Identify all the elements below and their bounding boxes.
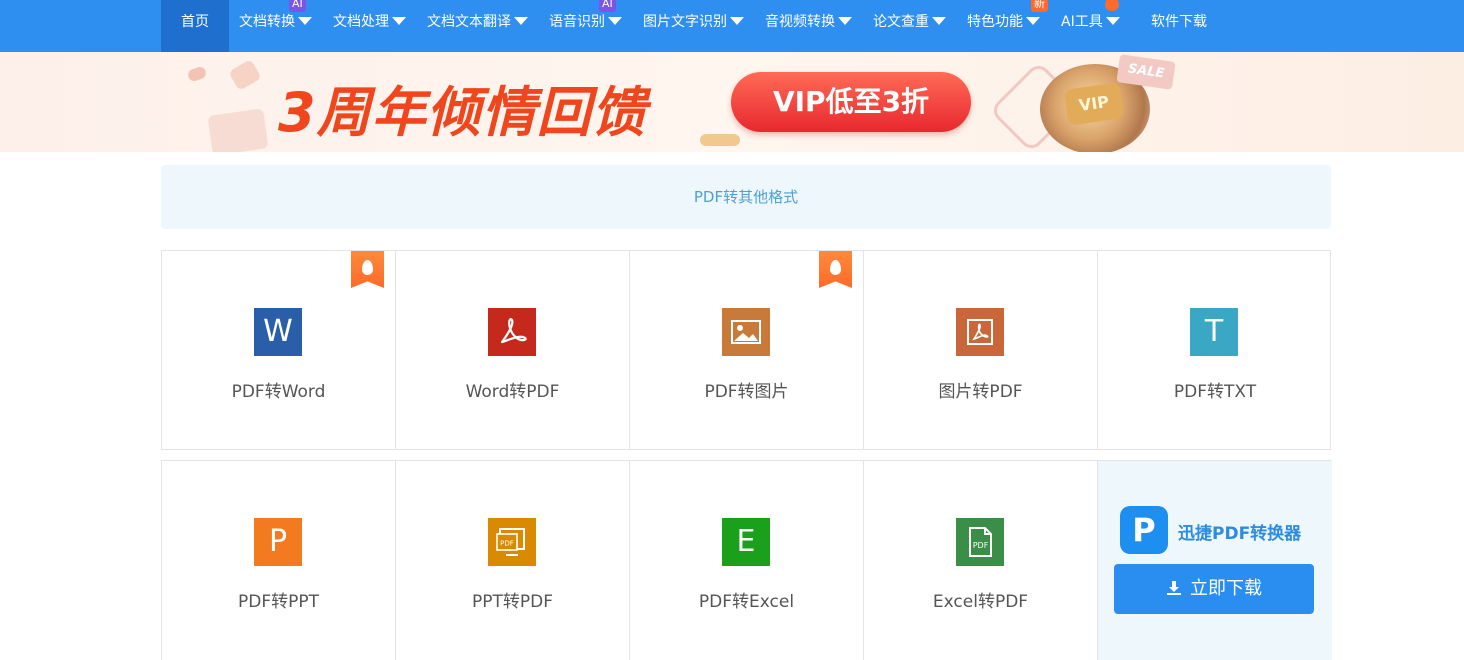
nav-label: 文档处理	[333, 14, 389, 30]
nav-item-speech[interactable]: 语音识别 AI	[549, 0, 622, 52]
chevron-down-icon	[608, 17, 622, 25]
decoration	[186, 65, 208, 83]
chevron-down-icon	[730, 17, 744, 25]
chevron-down-icon	[838, 17, 852, 25]
nav-item-features[interactable]: 特色功能新	[967, 0, 1048, 52]
tool-label: Excel转PDF	[932, 592, 1029, 612]
nav-label: 音视频转换	[765, 14, 835, 30]
icon-text: PDF	[973, 541, 989, 550]
tool-label: PDF转Word	[231, 382, 326, 402]
chevron-down-icon	[1026, 17, 1040, 25]
nav-item-translate[interactable]: 文档文本翻译	[427, 0, 528, 52]
nav-item-ai-tools[interactable]: AI工具	[1061, 0, 1120, 52]
tool-pdf-to-txt[interactable]: T PDF转TXT	[1098, 251, 1332, 449]
nav-item-home[interactable]: 首页	[161, 0, 229, 52]
tool-label: PDF转图片	[704, 382, 789, 402]
chevron-down-icon	[392, 17, 406, 25]
tool-pdf-to-excel[interactable]: E PDF转Excel	[630, 461, 864, 660]
download-icon	[1167, 581, 1181, 595]
tool-grid-row-1: W PDF转Word Word转PDF PDF转图片 图片转PDF T PDF转…	[161, 250, 1331, 450]
vip-coin-label: VIP	[1063, 82, 1125, 126]
excel-pdf-icon: PDF	[956, 518, 1004, 566]
app-promo-card: P 迅捷PDF转换器 立即下载	[1098, 461, 1332, 660]
nav-item-ocr[interactable]: 图片文字识别	[643, 0, 744, 52]
hot-flame-icon	[819, 251, 852, 288]
tool-label: Word转PDF	[465, 382, 560, 402]
tool-image-to-pdf[interactable]: 图片转PDF	[864, 251, 1098, 449]
nav-label: 首页	[181, 14, 209, 30]
app-logo-icon: P	[1120, 506, 1168, 554]
word-file-icon: W	[254, 308, 302, 356]
tool-word-to-pdf[interactable]: Word转PDF	[396, 251, 630, 449]
nav-label: 语音识别	[549, 14, 605, 30]
top-navbar: 首页 文档转换 AI 文档处理 文档文本翻译 语音识别 AI 图片文字识别 音视频转…	[0, 0, 1464, 52]
ai-badge: AI	[599, 0, 616, 12]
tool-label: PPT转PDF	[471, 592, 553, 612]
gift-box-icon	[207, 108, 269, 152]
nav-label: 文档文本翻译	[427, 14, 511, 30]
nav-item-plagiarism[interactable]: 论文查重	[873, 0, 946, 52]
pdf-acrobat-icon	[488, 308, 536, 356]
nav-label: 文档转换	[239, 14, 295, 30]
app-name: 迅捷PDF转换器	[1178, 524, 1302, 544]
nav-item-download[interactable]: 软件下载	[1151, 0, 1207, 52]
nav-item-doc-process[interactable]: 文档处理	[333, 0, 406, 52]
nav-label: 图片文字识别	[643, 14, 727, 30]
ai-badge: AI	[289, 0, 306, 12]
decoration	[228, 58, 262, 92]
nav-item-av-convert[interactable]: 音视频转换	[765, 0, 852, 52]
hot-flame-icon	[351, 251, 384, 288]
tool-pdf-to-word[interactable]: W PDF转Word	[162, 251, 396, 449]
tool-grid-row-2: P PDF转PPT PDF PPT转PDF E PDF转Excel PDF Ex…	[161, 460, 1332, 660]
new-badge: 新	[1031, 0, 1048, 12]
tool-excel-to-pdf[interactable]: PDF Excel转PDF	[864, 461, 1098, 660]
coin-icon	[700, 134, 740, 146]
banner-headline: 3周年倾情回馈	[278, 81, 647, 144]
download-label: 立即下载	[1190, 578, 1262, 599]
chevron-down-icon	[514, 17, 528, 25]
tool-pdf-to-ppt[interactable]: P PDF转PPT	[162, 461, 396, 660]
tool-pdf-to-image[interactable]: PDF转图片	[630, 251, 864, 449]
tool-label: PDF转Excel	[698, 592, 795, 612]
icon-text: PDF	[500, 540, 514, 548]
ppt-file-icon: P	[254, 518, 302, 566]
excel-file-icon: E	[722, 518, 770, 566]
tool-label: 图片转PDF	[938, 382, 1023, 402]
tool-label: PDF转PPT	[237, 592, 319, 612]
image-file-icon	[722, 308, 770, 356]
nav-item-doc-convert[interactable]: 文档转换 AI	[239, 0, 312, 52]
nav-label: 软件下载	[1151, 14, 1207, 30]
promo-banner[interactable]: 3周年倾情回馈 VIP低至3折 VIP SALE	[0, 52, 1464, 152]
vip-discount-pill[interactable]: VIP低至3折	[731, 72, 971, 132]
nav-label: AI工具	[1061, 14, 1103, 30]
text-file-icon: T	[1190, 308, 1238, 356]
pdf-image-icon	[956, 308, 1004, 356]
chevron-down-icon	[1105, 17, 1120, 25]
section-title: PDF转其他格式	[161, 165, 1331, 229]
ppt-pdf-icon: PDF	[488, 518, 536, 566]
tool-ppt-to-pdf[interactable]: PDF PPT转PDF	[396, 461, 630, 660]
nav-label: 特色功能	[967, 14, 1023, 30]
chevron-down-icon	[298, 17, 312, 25]
download-button[interactable]: 立即下载	[1114, 564, 1314, 614]
hot-flame-icon	[1105, 0, 1119, 11]
tool-label: PDF转TXT	[1173, 382, 1257, 402]
nav-label: 论文查重	[873, 14, 929, 30]
chevron-down-icon	[932, 17, 946, 25]
